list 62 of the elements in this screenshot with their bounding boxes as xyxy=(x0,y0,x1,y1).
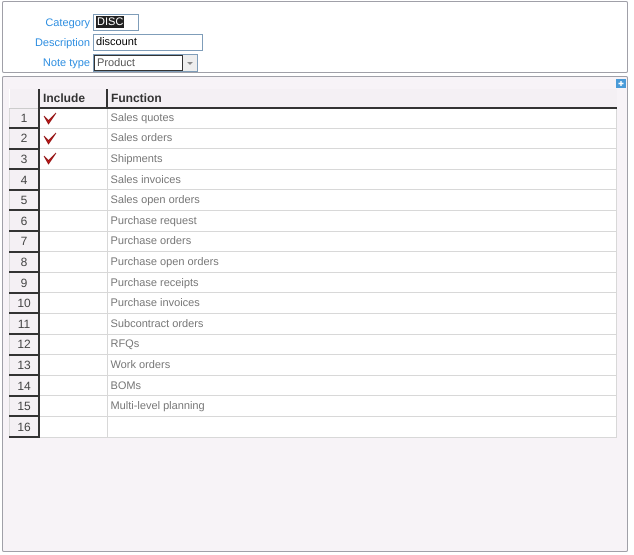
row-number: 4 xyxy=(10,169,39,190)
table-cell: RFQs xyxy=(107,334,616,355)
table-cell: Subcontract orders xyxy=(107,313,616,334)
include-cell[interactable] xyxy=(39,128,107,149)
include-cell[interactable] xyxy=(39,231,107,252)
dropdown[interactable]: Product xyxy=(93,54,198,72)
corner-cell xyxy=(10,89,39,108)
row-number: 15 xyxy=(10,396,39,416)
row-number: 12 xyxy=(10,334,39,355)
include-cell[interactable] xyxy=(39,375,107,396)
include-cell[interactable] xyxy=(39,292,107,314)
column-header[interactable]: Function xyxy=(107,89,616,108)
include-cell[interactable] xyxy=(39,416,107,437)
checkmark-icon xyxy=(43,112,57,125)
include-cell[interactable] xyxy=(39,396,107,416)
table-cell: Sales quotes xyxy=(107,108,616,128)
row-number: 5 xyxy=(10,190,39,210)
table-cell: Sales open orders xyxy=(107,190,616,210)
row-number: 13 xyxy=(10,354,39,376)
table-cell: BOMs xyxy=(107,375,616,396)
table-cell: Sales invoices xyxy=(107,169,616,190)
include-cell[interactable] xyxy=(39,169,107,190)
checkmark-icon xyxy=(43,152,57,166)
table-cell: Purchase open orders xyxy=(107,252,616,272)
field-label: Category xyxy=(44,16,91,28)
row-number: 11 xyxy=(10,313,39,334)
row-number: 3 xyxy=(10,148,39,170)
table-cell: Purchase receipts xyxy=(107,272,616,293)
expand-icon[interactable] xyxy=(616,79,626,88)
include-cell[interactable] xyxy=(39,190,107,210)
row-number: 9 xyxy=(10,272,39,293)
selected-text: DISC xyxy=(96,16,124,28)
row-number: 14 xyxy=(10,375,39,396)
table-cell: Sales orders xyxy=(107,128,616,149)
table-cell: Shipments xyxy=(107,148,616,170)
row-number: 8 xyxy=(10,252,39,272)
row-number: 10 xyxy=(10,292,39,314)
checkmark-icon xyxy=(43,132,57,145)
table-cell: Multi-level planning xyxy=(107,396,616,416)
input-field[interactable]: discount xyxy=(93,34,203,51)
include-cell[interactable] xyxy=(39,148,107,170)
include-cell[interactable] xyxy=(39,272,107,293)
include-cell[interactable] xyxy=(39,313,107,334)
table-cell: Purchase request xyxy=(107,210,616,232)
row-number: 16 xyxy=(10,416,39,437)
row-number: 6 xyxy=(10,210,39,232)
input-field[interactable]: DISC xyxy=(93,14,139,31)
row-number: 2 xyxy=(10,128,39,149)
column-header[interactable]: Include xyxy=(39,89,107,108)
table-cell: Purchase orders xyxy=(107,231,616,252)
table-cell: Work orders xyxy=(107,354,616,376)
row-number: 7 xyxy=(10,231,39,252)
table-cell: Purchase invoices xyxy=(107,292,616,314)
field-label: Description xyxy=(34,36,91,48)
include-cell[interactable] xyxy=(39,354,107,376)
field-label: Note type xyxy=(42,56,91,68)
include-cell[interactable] xyxy=(39,108,107,128)
include-cell[interactable] xyxy=(39,334,107,355)
include-cell[interactable] xyxy=(39,252,107,272)
row-number: 1 xyxy=(10,108,39,128)
include-cell[interactable] xyxy=(39,210,107,232)
caret-icon xyxy=(183,54,197,70)
